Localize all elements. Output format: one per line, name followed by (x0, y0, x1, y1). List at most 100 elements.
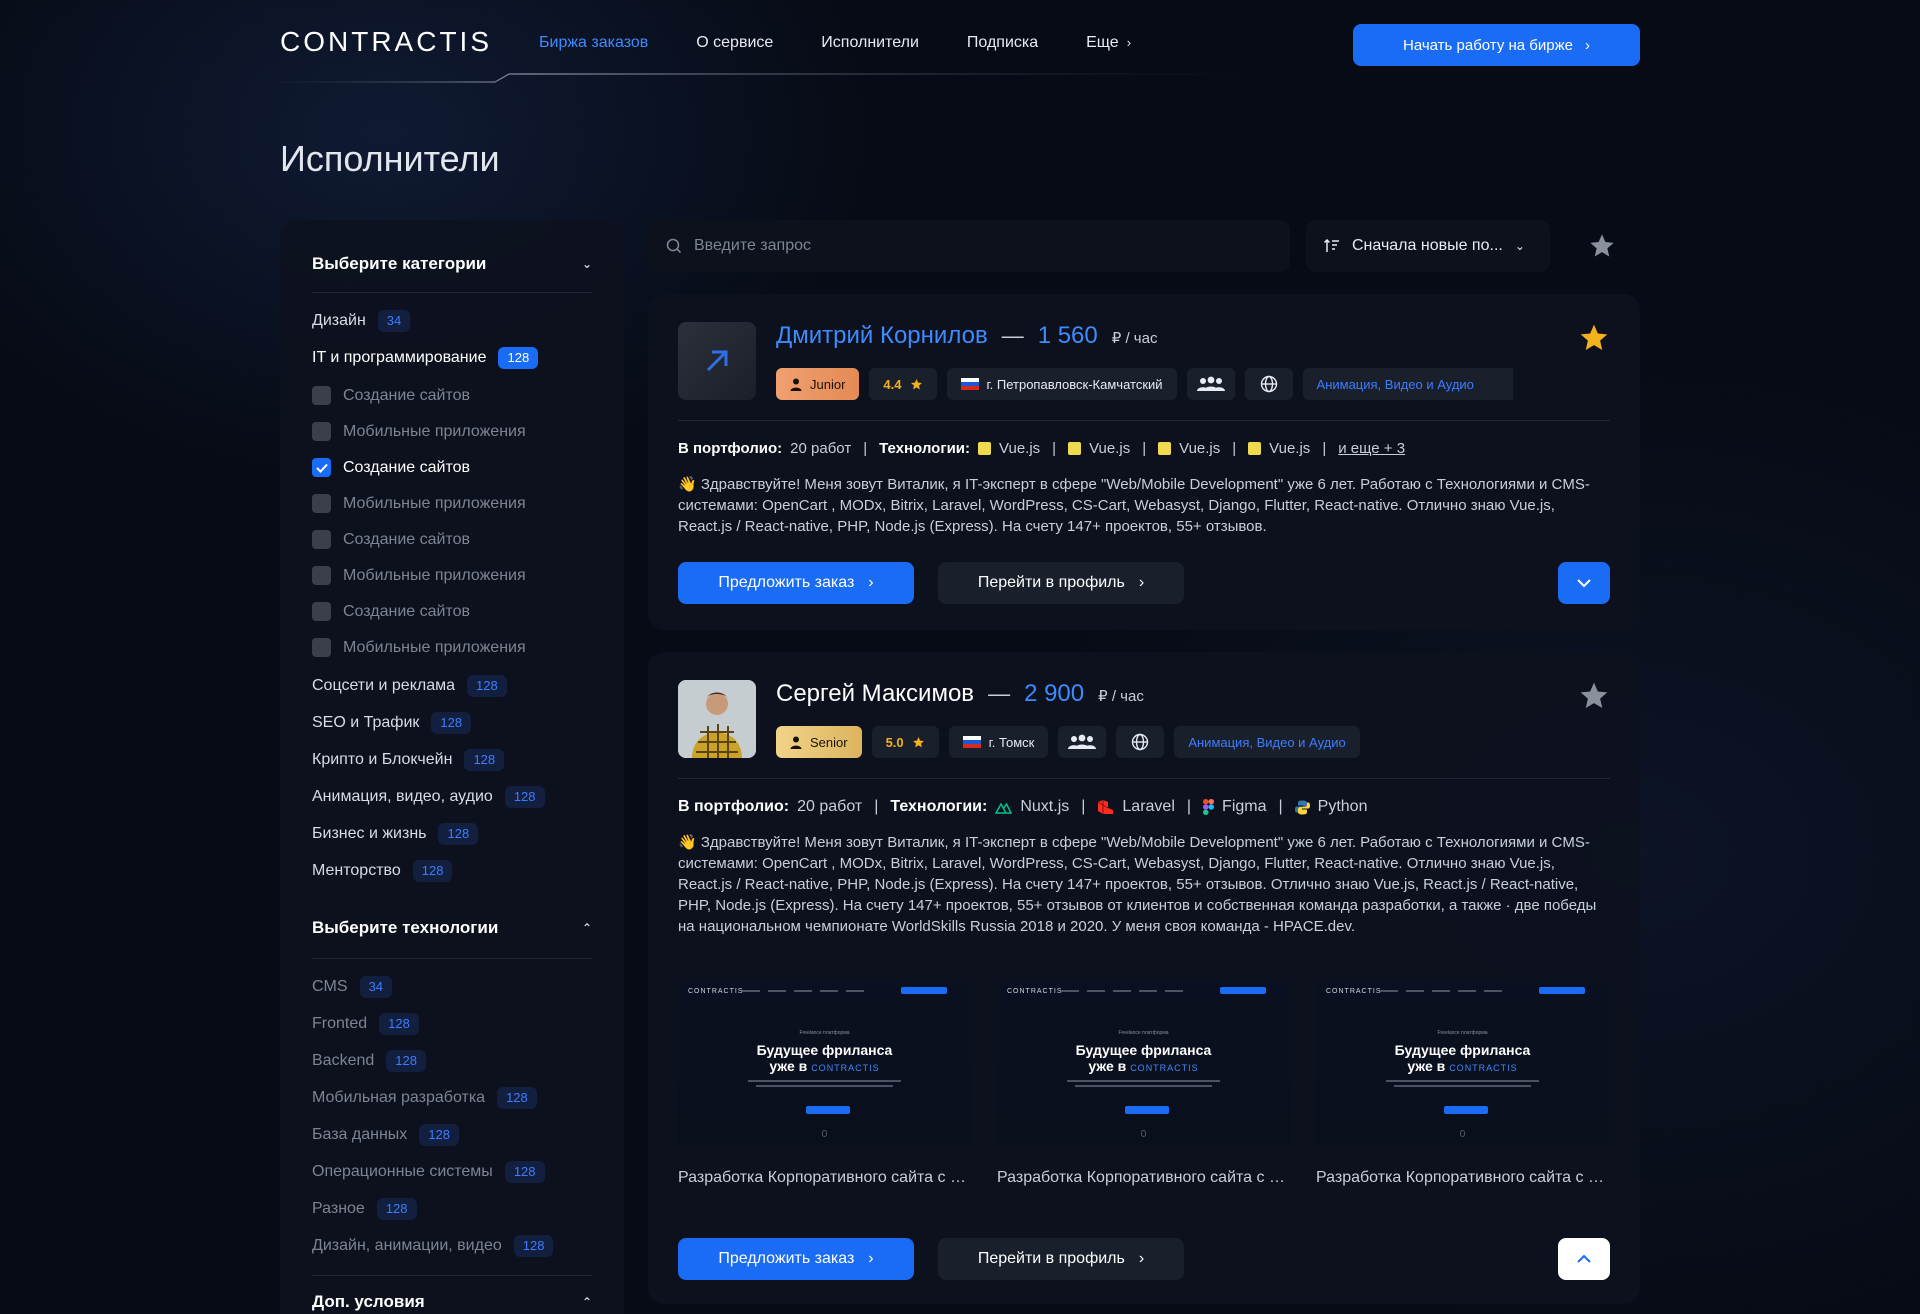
logo[interactable]: CONTRACTIS (280, 26, 492, 58)
checkbox[interactable] (312, 566, 331, 585)
subcategory-item[interactable]: Создание сайтов (312, 530, 470, 549)
avatar-arrow-icon (706, 350, 728, 372)
subcategory-item[interactable]: Мобильные приложения (312, 638, 526, 657)
more-techs-link[interactable]: и еще + 3 (1338, 440, 1405, 457)
portfolio-item[interactable]: CONTRACTIS Freelance платформа Будущее ф… (678, 980, 971, 1188)
subcategory-item[interactable]: Мобильные приложения (312, 566, 526, 585)
star-icon (1590, 234, 1614, 257)
subcategory-label: Создание сайтов (343, 458, 470, 476)
thumb-headline-line1: Будущее фриланса (1394, 1042, 1531, 1058)
separator: | (1186, 798, 1192, 815)
subcategory-label: Мобильные приложения (343, 422, 526, 440)
category-label: Менторство (312, 862, 401, 879)
checkbox[interactable] (312, 530, 331, 549)
subcategory-item[interactable]: Создание сайтов (312, 458, 470, 477)
technology-count: 128 (504, 1161, 545, 1183)
category-count: 128 (498, 347, 539, 369)
technology-count: 128 (419, 1124, 460, 1146)
category-item-social[interactable]: Соцсети и реклама 128 (312, 675, 507, 697)
search-input[interactable] (694, 237, 1272, 255)
category-label: Дизайн (312, 312, 366, 329)
team-badge[interactable] (1186, 368, 1235, 400)
category-item-business[interactable]: Бизнес и жизнь 128 (312, 823, 479, 845)
technology-item-design-animation[interactable]: Дизайн, анимации, видео 128 (312, 1235, 554, 1257)
avatar[interactable] (678, 680, 756, 758)
technology-item-misc[interactable]: Разное 128 (312, 1198, 417, 1220)
extra-conditions-header[interactable]: Доп. условия ⌃ (312, 1292, 592, 1312)
checkbox[interactable] (312, 386, 331, 405)
sort-dropdown[interactable]: Сначала новые по... ⌄ (1306, 220, 1550, 272)
remote-badge[interactable] (1244, 368, 1293, 400)
russia-flag-icon (960, 378, 979, 390)
technology-item-mobile[interactable]: Мобильная разработка 128 (312, 1087, 537, 1109)
dash-separator: — (988, 681, 1011, 706)
favorites-filter-button[interactable] (1584, 228, 1620, 264)
category-item-seo[interactable]: SEO и Трафик 128 (312, 712, 472, 734)
thumb-headline-line2: уже в (1088, 1058, 1127, 1074)
python-icon (1294, 800, 1310, 814)
checkbox[interactable] (312, 638, 331, 657)
categories-header[interactable]: Выберите категории ⌄ (312, 254, 592, 274)
portfolio-thumbnail: CONTRACTIS Freelance платформа Будущее ф… (678, 980, 971, 1145)
chevron-up-icon (1577, 1255, 1591, 1263)
subcategory-item[interactable]: Мобильные приложения (312, 494, 526, 513)
category-badge[interactable]: Анимация, Видео и Аудио (1302, 368, 1513, 400)
portfolio-item[interactable]: CONTRACTIS Freelance платформа Будущее ф… (1316, 980, 1609, 1188)
collapse-card-button[interactable] (1558, 1238, 1610, 1280)
remote-badge[interactable] (1116, 726, 1165, 758)
category-item-animation[interactable]: Анимация, видео, аудио 128 (312, 786, 545, 808)
favorite-toggle[interactable] (1578, 322, 1610, 354)
checkbox[interactable] (312, 602, 331, 621)
freelancer-card: Сергей Максимов — 2 900 ₽ / час Senior 5… (648, 652, 1640, 1304)
scroll-indicator-icon (1141, 1130, 1146, 1137)
subcategory-item[interactable]: Мобильные приложения (312, 422, 526, 441)
open-profile-button[interactable]: Перейти в профиль › (938, 1238, 1184, 1280)
portfolio-item[interactable]: CONTRACTIS Freelance платформа Будущее ф… (997, 980, 1290, 1188)
expand-card-button[interactable] (1558, 562, 1610, 604)
subcategory-label: Мобильные приложения (343, 566, 526, 584)
category-item-it[interactable]: IT и программирование 128 (312, 347, 539, 369)
separator: | (1278, 798, 1283, 815)
subcategory-item[interactable]: Создание сайтов (312, 386, 470, 405)
freelancer-name[interactable]: Сергей Максимов (776, 680, 974, 708)
subcategory-item[interactable]: Создание сайтов (312, 602, 470, 621)
freelancer-name[interactable]: Дмитрий Корнилов (776, 322, 988, 350)
category-item-mentoring[interactable]: Менторство 128 (312, 860, 453, 882)
checkbox[interactable] (312, 422, 331, 441)
nav-item-subscription[interactable]: Подписка (967, 34, 1038, 52)
freelancer-card: Дмитрий Корнилов — 1 560 ₽ / час Junior … (648, 294, 1640, 630)
checkbox[interactable] (312, 494, 331, 513)
separator: | (874, 798, 879, 815)
favorite-toggle[interactable] (1578, 680, 1610, 712)
technology-label: Backend (312, 1052, 375, 1069)
nav-item-about[interactable]: О сервисе (696, 34, 773, 52)
technology-item-database[interactable]: База данных 128 (312, 1124, 460, 1146)
technology-count: 34 (359, 976, 393, 998)
technology-item-frontend[interactable]: Fronted 128 (312, 1013, 419, 1035)
team-badge[interactable] (1058, 726, 1107, 758)
nav-item-freelancers[interactable]: Исполнители (821, 34, 919, 52)
technology-item-os[interactable]: Операционные системы 128 (312, 1161, 545, 1183)
offer-order-label: Предложить заказ (718, 574, 855, 591)
chevron-right-icon: › (1138, 574, 1145, 591)
thumb-eyebrow: Freelance платформа (1118, 1030, 1169, 1036)
chevron-down-icon: ⌄ (581, 257, 592, 271)
offer-order-button[interactable]: Предложить заказ › (678, 1238, 914, 1280)
offer-order-button[interactable]: Предложить заказ › (678, 562, 914, 604)
nav-item-exchange[interactable]: Биржа заказов (539, 34, 648, 52)
search-icon (666, 238, 682, 254)
open-profile-button[interactable]: Перейти в профиль › (938, 562, 1184, 604)
category-item-crypto[interactable]: Крипто и Блокчейн 128 (312, 749, 505, 771)
technology-item-backend[interactable]: Backend 128 (312, 1050, 426, 1072)
start-work-button[interactable]: Начать работу на бирже › (1353, 24, 1640, 66)
avatar[interactable] (678, 322, 756, 400)
checkbox-checked[interactable] (312, 458, 331, 477)
portfolio-thumbnail: CONTRACTIS Freelance платформа Будущее ф… (997, 980, 1290, 1145)
name-rate-row: Дмитрий Корнилов — 1 560 ₽ / час (776, 322, 1157, 350)
separator: | (863, 440, 868, 457)
category-item-design[interactable]: Дизайн 34 (312, 310, 411, 332)
technologies-header[interactable]: Выберите технологии ⌃ (312, 918, 592, 938)
category-badge[interactable]: Анимация, Видео и Аудио (1174, 726, 1360, 758)
technology-item-cms[interactable]: CMS 34 (312, 976, 393, 998)
nav-item-more[interactable]: Еще › (1086, 34, 1131, 52)
